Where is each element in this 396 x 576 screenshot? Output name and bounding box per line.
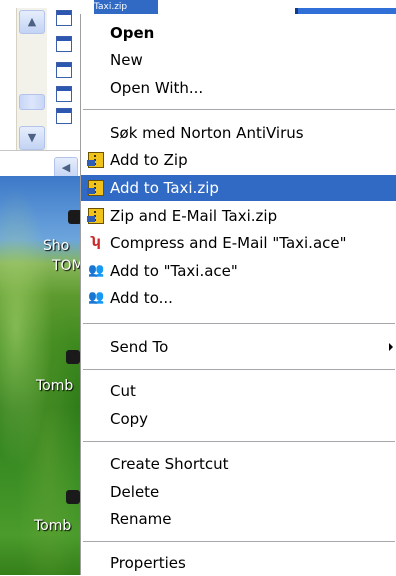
file-list-icons bbox=[54, 8, 80, 150]
scroll-up-icon[interactable]: ▲ bbox=[19, 10, 45, 34]
file-icon[interactable] bbox=[56, 36, 72, 52]
desktop-wallpaper bbox=[0, 176, 80, 575]
desktop-shortcut-icon[interactable] bbox=[66, 350, 80, 364]
file-icon[interactable] bbox=[56, 10, 72, 26]
menu-item-label: Zip and E-Mail Taxi.zip bbox=[110, 207, 278, 225]
file-icon[interactable] bbox=[56, 108, 72, 124]
menu-separator bbox=[83, 369, 395, 370]
desktop-shortcut-icon[interactable] bbox=[66, 490, 80, 504]
people-icon: 👥 bbox=[88, 290, 105, 305]
menu-item-copy[interactable]: Copy bbox=[81, 406, 396, 432]
winzip-icon bbox=[87, 152, 104, 168]
menu-item-delete[interactable]: Delete bbox=[81, 479, 396, 505]
menu-item-label: Compress and E-Mail "Taxi.ace" bbox=[110, 234, 347, 252]
menu-item-label: Send To bbox=[110, 338, 169, 356]
menu-item-cut[interactable]: Cut bbox=[81, 378, 396, 404]
menu-item-open[interactable]: Open bbox=[81, 20, 396, 46]
vertical-scrollbar[interactable]: ▲ ▼ bbox=[16, 8, 47, 150]
menu-item-label: Open bbox=[110, 24, 155, 42]
menu-item-label: Add to Zip bbox=[110, 151, 188, 169]
winace-icon: ʮ bbox=[91, 235, 101, 250]
menu-separator bbox=[83, 109, 395, 110]
menu-item-compress-and-email[interactable]: ʮ Compress and E-Mail "Taxi.ace" bbox=[81, 230, 396, 256]
menu-item-label: Open With... bbox=[110, 79, 204, 97]
menu-item-label: Add to Taxi.zip bbox=[110, 179, 219, 197]
menu-item-label: Properties bbox=[110, 554, 186, 572]
window-icon[interactable] bbox=[56, 62, 72, 78]
desktop-icon-label[interactable]: TOM bbox=[52, 258, 84, 274]
menu-item-zip-and-email[interactable]: Zip and E-Mail Taxi.zip bbox=[81, 203, 396, 229]
menu-item-open-with[interactable]: Open With... bbox=[81, 75, 396, 101]
menu-item-add-to[interactable]: 👥 Add to... bbox=[81, 285, 396, 311]
people-icon: 👥 bbox=[88, 263, 105, 278]
selected-file-label[interactable]: Taxi.zip bbox=[94, 0, 158, 14]
menu-item-properties[interactable]: Properties bbox=[81, 550, 396, 576]
desktop-icon-label[interactable]: Tomb bbox=[36, 378, 73, 394]
menu-item-norton-scan[interactable]: Søk med Norton AntiVirus bbox=[81, 120, 396, 146]
menu-item-label: Delete bbox=[110, 483, 160, 501]
menu-item-create-shortcut[interactable]: Create Shortcut bbox=[81, 451, 396, 477]
menu-item-label: Add to... bbox=[110, 289, 173, 307]
scroll-down-icon[interactable]: ▼ bbox=[19, 126, 45, 150]
menu-item-label: Create Shortcut bbox=[110, 455, 229, 473]
menu-item-label: New bbox=[110, 51, 143, 69]
menu-separator bbox=[83, 541, 395, 542]
menu-item-label: Cut bbox=[110, 382, 136, 400]
winzip-icon bbox=[87, 208, 104, 224]
menu-item-add-to-zip[interactable]: Add to Zip bbox=[81, 147, 396, 173]
scroll-thumb[interactable] bbox=[19, 94, 45, 110]
menu-item-label: Add to "Taxi.ace" bbox=[110, 262, 238, 280]
menu-item-send-to[interactable]: Send To bbox=[81, 334, 396, 360]
menu-separator bbox=[83, 441, 395, 442]
desktop-icon-label[interactable]: Sho bbox=[43, 238, 69, 254]
desktop-icon-label[interactable]: Tomb bbox=[34, 518, 71, 534]
chevron-right-icon bbox=[389, 343, 393, 351]
winzip-icon bbox=[87, 180, 104, 196]
window-icon[interactable] bbox=[56, 86, 72, 102]
menu-item-label: Rename bbox=[110, 510, 172, 528]
menu-separator bbox=[83, 323, 395, 324]
menu-item-add-to-taxi-ace[interactable]: 👥 Add to "Taxi.ace" bbox=[81, 258, 396, 284]
menu-item-rename[interactable]: Rename bbox=[81, 506, 396, 532]
menu-item-new[interactable]: New bbox=[81, 47, 396, 73]
context-menu: Open New Open With... Søk med Norton Ant… bbox=[80, 14, 396, 575]
menu-item-label: Copy bbox=[110, 410, 149, 428]
menu-item-add-to-taxi-zip[interactable]: Add to Taxi.zip bbox=[81, 175, 396, 201]
menu-item-label: Søk med Norton AntiVirus bbox=[110, 124, 304, 142]
